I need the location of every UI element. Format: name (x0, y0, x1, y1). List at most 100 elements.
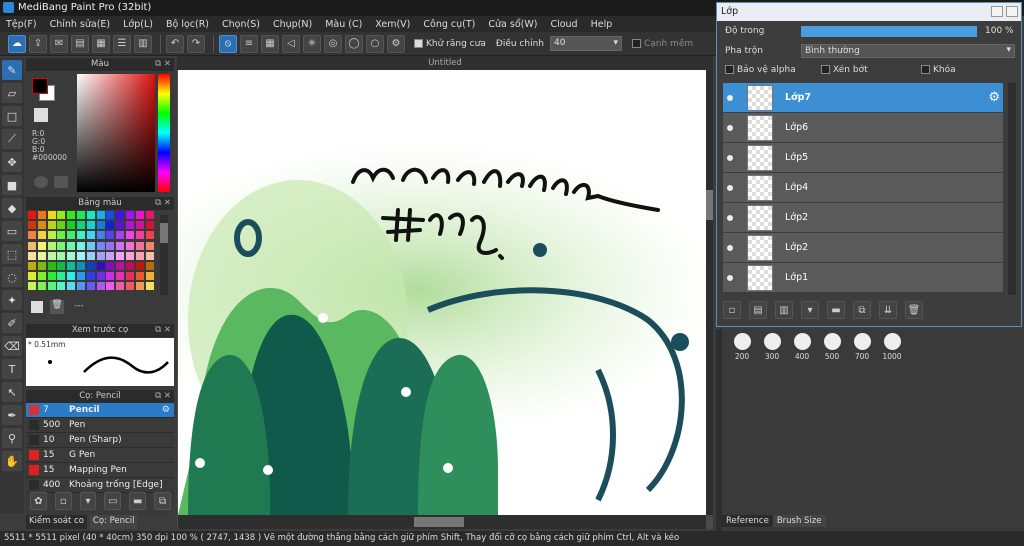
color-swatch[interactable] (57, 221, 66, 230)
menu-color[interactable]: Màu (C) (325, 19, 362, 30)
color-swatch[interactable] (145, 282, 154, 291)
color-swatch[interactable] (145, 262, 154, 270)
menu-window[interactable]: Cửa sổ(W) (488, 19, 537, 30)
list-icon[interactable]: ☰ (113, 34, 131, 53)
color-swatch[interactable] (28, 231, 36, 240)
text-tool-icon[interactable]: T (2, 359, 22, 379)
tab-reference[interactable]: Reference (722, 515, 773, 527)
trash-icon[interactable]: 🗑 (905, 301, 923, 319)
no-snap-icon[interactable]: ⦸ (219, 34, 237, 53)
color-swatch[interactable] (145, 211, 154, 219)
color-swatch[interactable] (77, 272, 85, 281)
swatch-scrollbar[interactable] (160, 215, 168, 295)
color-swatch[interactable] (67, 282, 76, 291)
color-swatch[interactable] (67, 272, 76, 281)
brush-size-preset[interactable]: 1000 (878, 331, 906, 361)
color-swatch[interactable] (37, 241, 46, 250)
foreground-color-swatch[interactable] (32, 78, 48, 94)
color-swatch[interactable] (28, 272, 36, 281)
saturation-value-picker[interactable] (77, 74, 155, 192)
color-swatch[interactable] (86, 262, 95, 270)
undo-icon[interactable]: ↶ (166, 34, 184, 53)
color-mode-icon[interactable] (54, 176, 68, 188)
new-halftone-layer-icon[interactable]: ▤ (749, 301, 767, 319)
canvas-vertical-scrollbar[interactable] (706, 70, 713, 515)
dot-tool-icon[interactable]: □ (2, 106, 22, 126)
color-swatch[interactable] (96, 262, 105, 270)
canvas-horizontal-scrollbar[interactable] (178, 515, 706, 529)
protect-alpha-checkbox[interactable]: Bảo vệ alpha (725, 65, 821, 75)
layer-row[interactable]: Lớp2 (723, 233, 1003, 262)
lasso-tool-icon[interactable]: ◌ (2, 267, 22, 287)
color-swatch[interactable] (106, 221, 115, 230)
menu-help[interactable]: Help (591, 19, 613, 30)
color-swatch[interactable] (77, 241, 85, 250)
move-tool-icon[interactable]: ✥ (2, 152, 22, 172)
color-swatch[interactable] (135, 272, 144, 281)
color-swatch[interactable] (116, 262, 125, 270)
layer-row[interactable]: Lớp1 (723, 263, 1003, 292)
tab-brush-size[interactable]: Brush Size (772, 515, 826, 527)
color-swatch[interactable] (116, 221, 125, 230)
canvas[interactable] (178, 70, 706, 515)
color-swatch[interactable] (145, 251, 154, 260)
brush-item[interactable]: 500 Pen (26, 418, 174, 433)
brush-size-preset[interactable]: 700 (848, 331, 876, 361)
new-8bit-layer-icon[interactable]: ▥ (775, 301, 793, 319)
color-swatch[interactable] (28, 251, 36, 260)
color-swatch[interactable] (86, 272, 95, 281)
color-swatch[interactable] (57, 241, 66, 250)
color-swatch[interactable] (96, 282, 105, 291)
color-swatch[interactable] (57, 251, 66, 260)
color-swatch[interactable] (135, 282, 144, 291)
eraser-tool-icon[interactable]: ▱ (2, 83, 22, 103)
color-swatch[interactable] (37, 282, 46, 291)
select-eraser-tool-icon[interactable]: ⌫ (2, 336, 22, 356)
color-swatch[interactable] (47, 241, 56, 250)
color-swatch[interactable] (67, 262, 76, 270)
color-swatch[interactable] (135, 231, 144, 240)
color-swatch[interactable] (106, 282, 115, 291)
color-swatch[interactable] (96, 231, 105, 240)
color-swatch[interactable] (116, 231, 125, 240)
layer-menu-icon[interactable]: ▾ (801, 301, 819, 319)
brush-item[interactable]: 7 Pencil ⚙ (26, 403, 174, 418)
operation-tool-icon[interactable]: ↖ (2, 382, 22, 402)
menu-cloud[interactable]: Cloud (550, 19, 577, 30)
color-swatch[interactable] (47, 272, 56, 281)
color-swatch[interactable] (28, 221, 36, 230)
brush-duplicate-icon[interactable]: ⧉ (154, 492, 171, 510)
brush-copy-icon[interactable]: ▭ (104, 492, 122, 510)
brush-size-preset[interactable]: 200 (728, 331, 756, 361)
color-swatch[interactable] (86, 251, 95, 260)
eye-icon[interactable] (727, 154, 733, 161)
brush-item[interactable]: 15 Mapping Pen (26, 463, 174, 478)
color-swatch[interactable] (135, 211, 144, 219)
color-swatch[interactable] (57, 231, 66, 240)
color-swatch[interactable] (116, 272, 125, 281)
select-pen-tool-icon[interactable]: ✐ (2, 313, 22, 333)
add-brush-icon[interactable]: ✿ (30, 492, 47, 510)
color-swatch[interactable] (116, 251, 125, 260)
color-swatch[interactable] (116, 211, 125, 219)
menu-layer[interactable]: Lớp(L) (123, 19, 153, 30)
circle-snap-icon[interactable]: ○ (366, 34, 384, 53)
layer-row[interactable]: Lớp6 (723, 113, 1003, 142)
hand-tool-icon[interactable]: ✋ (2, 451, 22, 471)
color-swatch[interactable] (47, 262, 56, 270)
color-swatch[interactable] (116, 241, 125, 250)
color-swatch[interactable] (37, 231, 46, 240)
color-swatch[interactable] (57, 282, 66, 291)
close-icon[interactable] (1006, 6, 1018, 17)
gear-icon[interactable]: ⚙ (162, 405, 170, 415)
color-swatch[interactable] (47, 211, 56, 219)
color-swatch[interactable] (126, 231, 134, 240)
palette-icon[interactable] (34, 176, 48, 188)
bucket-tool-icon[interactable]: ◆ (2, 198, 22, 218)
color-swatch[interactable] (28, 262, 36, 270)
color-swatch[interactable] (77, 251, 85, 260)
color-swatch[interactable] (116, 282, 125, 291)
close-icon[interactable]: ⧉ ✕ (155, 58, 171, 71)
color-swatch[interactable] (106, 241, 115, 250)
color-swatch[interactable] (126, 221, 134, 230)
